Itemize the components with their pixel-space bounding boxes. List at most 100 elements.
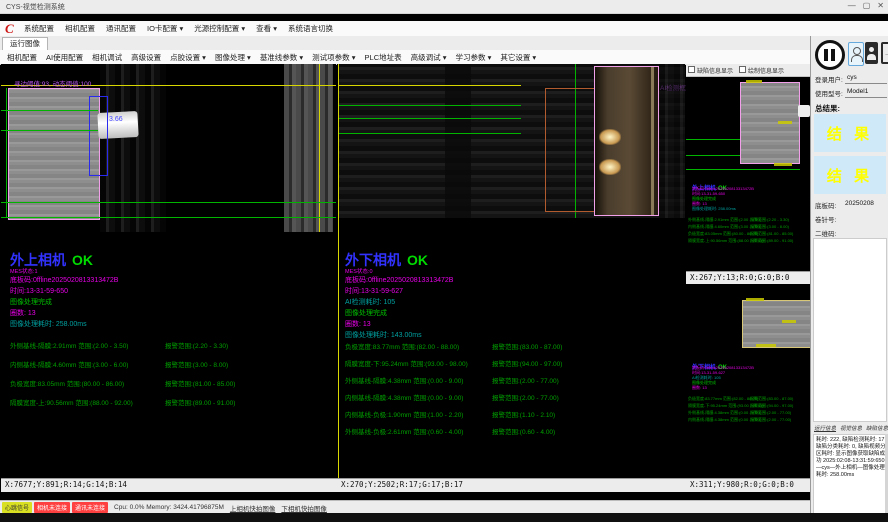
tab-run-image[interactable]: 运行图像	[2, 37, 48, 50]
measure-value-label: 3.66	[109, 116, 123, 123]
mes-status: MES状态:1	[10, 267, 38, 275]
tab-run-info[interactable]: 运行信息	[814, 424, 836, 432]
alarm-range: 报警范围:(81.00 - 85.00)	[165, 378, 235, 388]
ai-time: AI检测耗时: 105	[345, 297, 395, 307]
tool-image-processing[interactable]: 图像处理 ▾	[215, 52, 251, 63]
image-texture-band	[100, 64, 166, 232]
measure-line	[339, 133, 521, 134]
tool-glue-settings[interactable]: 点胶设置 ▾	[170, 52, 206, 63]
pixel-coordinate-bar: X:270;Y:2502;R:17;G:17;B:17	[337, 478, 689, 492]
electrode-region	[8, 88, 100, 220]
minimize-icon[interactable]: —	[848, 1, 856, 10]
app-window: CYS-视觉检测系统 — ▢ ✕ C 系统配置 相机配置 通讯配置 IO卡配置 …	[0, 0, 888, 522]
measure-line	[686, 169, 800, 170]
bright-tab-spot	[599, 129, 621, 145]
pause-icon	[824, 49, 828, 61]
tool-baseline-params[interactable]: 基准线参数 ▾	[260, 52, 303, 63]
menu-item-camera-config[interactable]: 相机配置	[65, 23, 95, 34]
menu-item-view[interactable]: 查看 ▾	[256, 23, 277, 34]
tool-camera-config[interactable]: 相机配置	[7, 52, 37, 63]
menu-item-language[interactable]: 系统语言切换	[288, 23, 333, 34]
user-icon	[851, 55, 863, 62]
tab-defect-info[interactable]: 缺陷信息	[866, 424, 888, 432]
tool-other-settings[interactable]: 其它设置 ▾	[500, 52, 536, 63]
tool-advanced-settings[interactable]: 高级设置	[131, 52, 161, 63]
measurement-row: 负极宽度:83.77mm 范围:(82.00 - 88.00)	[688, 396, 758, 401]
bottom-status-bar: 心跳信号 相机未连接 通讯未连接 Cpu: 0.0% Memory: 3424.…	[0, 500, 810, 514]
menu-item-system-config[interactable]: 系统配置	[24, 23, 54, 34]
info-blank-area	[813, 238, 887, 422]
alarm-range: 报警范围:(2.00 - 77.00)	[750, 410, 791, 415]
measurement-row: 负极宽度:83.77mm 范围:(82.00 - 88.00)	[345, 341, 459, 351]
board-code-label: 底板码:	[815, 200, 836, 210]
menu-item-light-config[interactable]: 光源控制配置 ▾	[194, 23, 245, 34]
user-icon	[853, 47, 861, 55]
turn-count: 圈数: 13	[10, 308, 36, 318]
bright-tab-spot	[599, 159, 621, 175]
tool-learn-params[interactable]: 学习参数 ▾	[455, 52, 491, 63]
alarm-range: 报警范围:(2.00 - 77.00)	[492, 392, 559, 402]
tool-ai-config[interactable]: AI使用配置	[46, 52, 83, 63]
window-controls: — ▢ ✕	[848, 1, 884, 10]
tool-camera-debug[interactable]: 相机调试	[92, 52, 122, 63]
tool-advanced-debug[interactable]: 高级调试 ▾	[411, 52, 447, 63]
crosshair-v-line	[319, 64, 320, 232]
menu-item-io-config[interactable]: IO卡配置 ▾	[147, 23, 183, 34]
status-badge-2: 通讯未连接	[72, 502, 108, 513]
user-lock-button[interactable]	[865, 42, 878, 64]
measure-line	[1, 202, 336, 203]
upper-camera-snapshot-link[interactable]: 上相机快拍图像	[230, 503, 276, 513]
maximize-icon[interactable]: ▢	[863, 1, 871, 10]
draw-info-toggle[interactable]: 绘制信息显示	[739, 66, 784, 75]
close-icon[interactable]: ✕	[877, 1, 884, 10]
thumb-view-upper[interactable]: 外上相机OK 底板码:0ffline2025020813313472B 时间:1…	[686, 77, 810, 271]
result-ok: OK	[72, 252, 93, 268]
result-box-lower: 结 果	[814, 156, 886, 194]
ai-detect-box	[594, 66, 659, 216]
tool-test-params[interactable]: 测试项参数 ▾	[312, 52, 355, 63]
exit-button[interactable]: →	[881, 42, 888, 64]
status-badge-0: 心跳信号	[2, 502, 32, 513]
process-time: 图像处理耗时: 143.00ms	[345, 330, 422, 340]
capture-time: 时间:13-31-59-627	[345, 286, 403, 296]
baseline-v	[6, 88, 7, 218]
tab-vision-info[interactable]: 视觉信息	[840, 424, 862, 432]
model-value: Model1	[847, 88, 868, 95]
annotation-mark	[746, 298, 764, 301]
lower-camera-snapshot-link[interactable]: 下相机快拍图像	[281, 503, 327, 513]
lock-icon	[867, 54, 876, 60]
menu-item-comm-config[interactable]: 通讯配置	[106, 23, 136, 34]
alarm-range: 报警范围:(2.00 - 77.00)	[750, 417, 791, 422]
measurement-row: 负极宽度:83.05mm 范围:(80.00 - 86.00)	[688, 231, 758, 236]
defect-info-toggle[interactable]: 缺陷信息显示	[688, 66, 733, 75]
thumb-header: 缺陷信息显示 绘制信息显示	[686, 64, 810, 77]
tab-connector	[798, 105, 810, 117]
measure-line	[1, 130, 98, 131]
alarm-range: 报警范围:(89.00 - 91.00)	[750, 238, 793, 243]
process-done: 图像处理完成	[10, 297, 52, 307]
annotation-mark	[774, 163, 792, 166]
alarm-range: 报警范围:(3.00 - 8.00)	[750, 224, 789, 229]
measure-roi-box	[89, 96, 108, 176]
camera-view-lower-outer[interactable]: AI检测框 外下相机OK MES状态:0 底板码:0ffline20250208…	[337, 64, 685, 491]
user-login-button[interactable]	[848, 42, 864, 66]
thumb-view-lower[interactable]: 外下相机OK 底板码:0ffline2025020813313472B 时间:1…	[686, 284, 810, 478]
measurement-row: 外侧基线-负极:2.61mm 范围:(0.60 - 4.00)	[345, 426, 463, 436]
window-title: CYS-视觉检测系统	[6, 2, 65, 12]
bottom-edge	[0, 513, 888, 522]
alarm-range: 报警范围:(81.00 - 85.00)	[750, 231, 793, 236]
camera-view-upper-outer[interactable]: 3.66 寻边阈值:93, 动态阈值:100 外上相机OK MES状态:1 底板…	[1, 64, 336, 491]
measurement-row: 外侧基线-隔膜:2.91mm 范围:(2.00 - 3.50)	[10, 340, 128, 350]
measure-line	[339, 118, 521, 119]
electrode-region	[742, 300, 811, 348]
model-label: 使用型号:	[815, 88, 843, 98]
alarm-range: 报警范围:(0.60 - 4.00)	[492, 426, 555, 436]
menu-items: 系统配置 相机配置 通讯配置 IO卡配置 ▾ 光源控制配置 ▾ 查看 ▾ 系统语…	[24, 21, 333, 36]
checkbox-icon	[739, 66, 746, 73]
result-ok: OK	[407, 252, 428, 268]
measure-line	[1, 217, 336, 218]
lock-icon	[869, 47, 874, 52]
pause-button[interactable]	[815, 40, 845, 70]
alarm-range: 报警范围:(2.00 - 77.00)	[492, 375, 559, 385]
tool-plc-table[interactable]: PLC地址表	[365, 52, 402, 63]
